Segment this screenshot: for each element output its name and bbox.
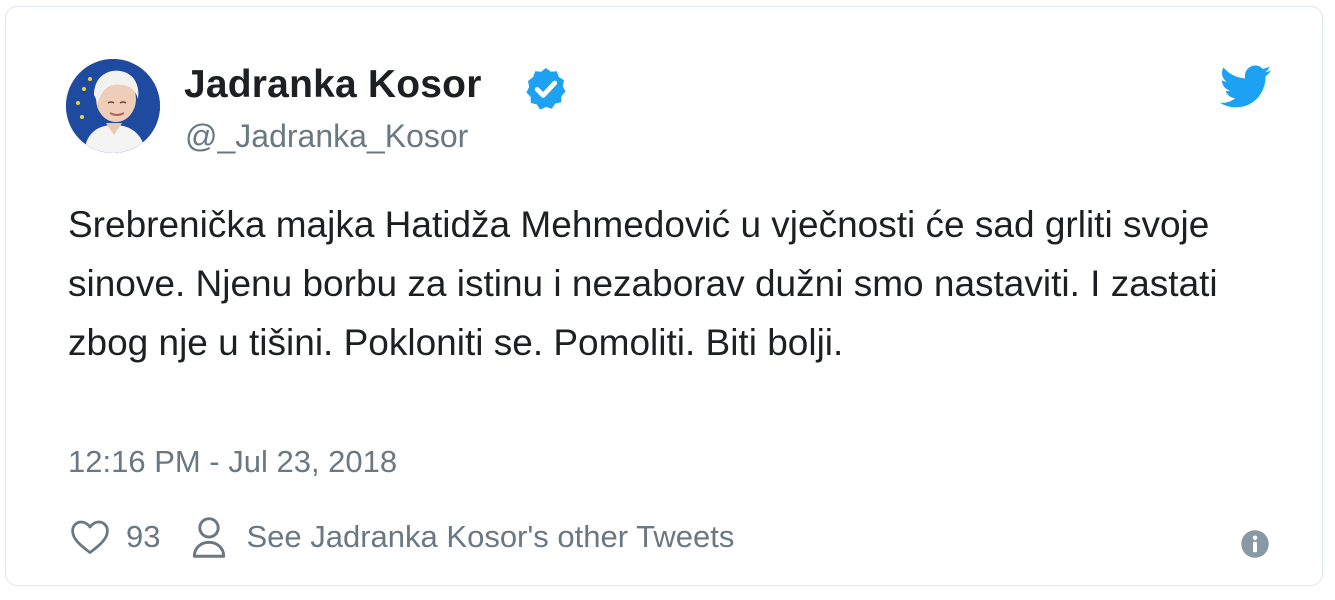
other-tweets-link[interactable]: See Jadranka Kosor's other Tweets — [190, 515, 734, 559]
tweet-text: Srebrenička majka Hatidža Mehmedović u v… — [68, 204, 1218, 363]
like-count: 93 — [126, 519, 161, 554]
info-icon[interactable] — [1240, 529, 1270, 559]
other-tweets-link-label: See Jadranka Kosor's other Tweets — [246, 519, 735, 554]
avatar[interactable] — [66, 59, 160, 153]
tweet-card: Jadranka Kosor @_Jadranka_Kosor Srebreni… — [5, 6, 1323, 586]
twitter-bird-icon[interactable] — [1220, 65, 1272, 109]
heart-icon — [71, 520, 109, 554]
tweet-actions: 93 See Jadranka Kosor's other Tweets — [68, 512, 734, 562]
author-handle[interactable]: @_Jadranka_Kosor — [185, 118, 468, 155]
like-button[interactable]: 93 — [68, 515, 160, 559]
avatar-photo — [66, 59, 160, 153]
author-name[interactable]: Jadranka Kosor — [184, 63, 482, 107]
verified-badge-icon — [526, 68, 566, 110]
tweet-timestamp[interactable]: 12:16 PM - Jul 23, 2018 — [68, 444, 397, 480]
person-icon — [193, 517, 226, 558]
